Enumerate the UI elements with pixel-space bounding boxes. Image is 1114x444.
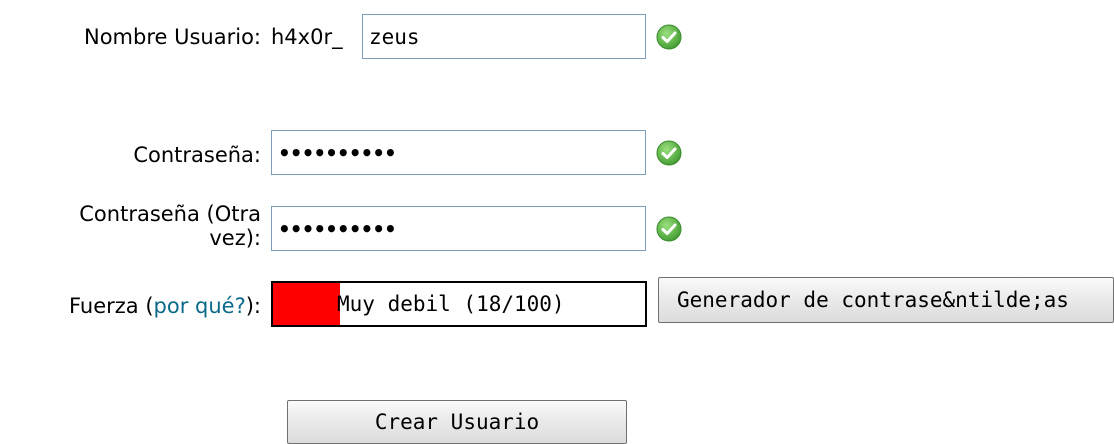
password-generator-button[interactable]: Generador de contrase&ntilde;as <box>658 277 1114 323</box>
username-prefix: h4x0r_ <box>271 25 343 49</box>
strength-label-prefix: Fuerza ( <box>68 294 154 318</box>
password-input[interactable] <box>271 130 646 175</box>
password-confirm-input[interactable] <box>271 206 646 251</box>
strength-label-suffix: ): <box>245 294 261 318</box>
strength-text: Muy debil (18/100) <box>337 292 565 316</box>
strength-label: Fuerza (por qué?): <box>69 293 261 319</box>
strength-meter-fill <box>273 283 340 325</box>
password-confirm-label-line1: Contraseña (Otra <box>79 202 261 226</box>
check-circle-icon <box>656 24 682 50</box>
password-label: Contraseña: <box>133 143 261 167</box>
strength-meter: Muy debil (18/100) <box>271 281 647 327</box>
username-label: Nombre Usuario: <box>84 25 261 49</box>
check-circle-icon <box>656 216 682 242</box>
password-confirm-label: Contraseña (Otra vez): <box>79 202 261 250</box>
username-input[interactable] <box>362 14 646 59</box>
check-circle-icon <box>656 140 682 166</box>
create-user-button[interactable]: Crear Usuario <box>287 400 627 444</box>
password-confirm-label-line2: vez): <box>209 226 261 250</box>
why-link[interactable]: por qué? <box>154 294 246 318</box>
